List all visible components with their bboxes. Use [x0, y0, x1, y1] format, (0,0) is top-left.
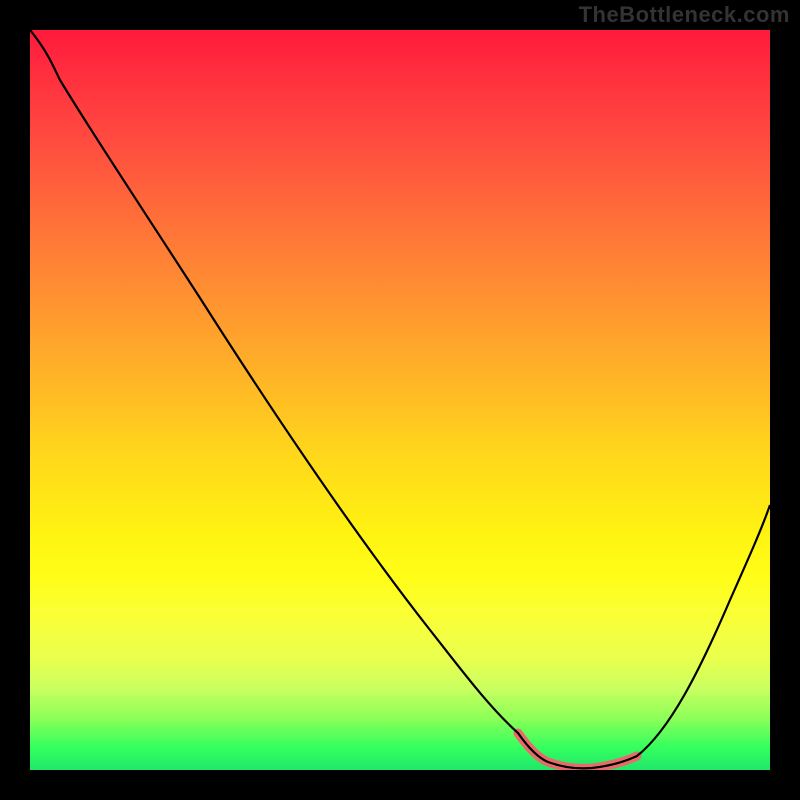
chart-frame: TheBottleneck.com	[0, 0, 800, 800]
watermark-text: TheBottleneck.com	[579, 2, 790, 28]
curve-svg	[30, 30, 770, 770]
bottleneck-curve	[30, 30, 770, 768]
plot-area	[30, 30, 770, 770]
